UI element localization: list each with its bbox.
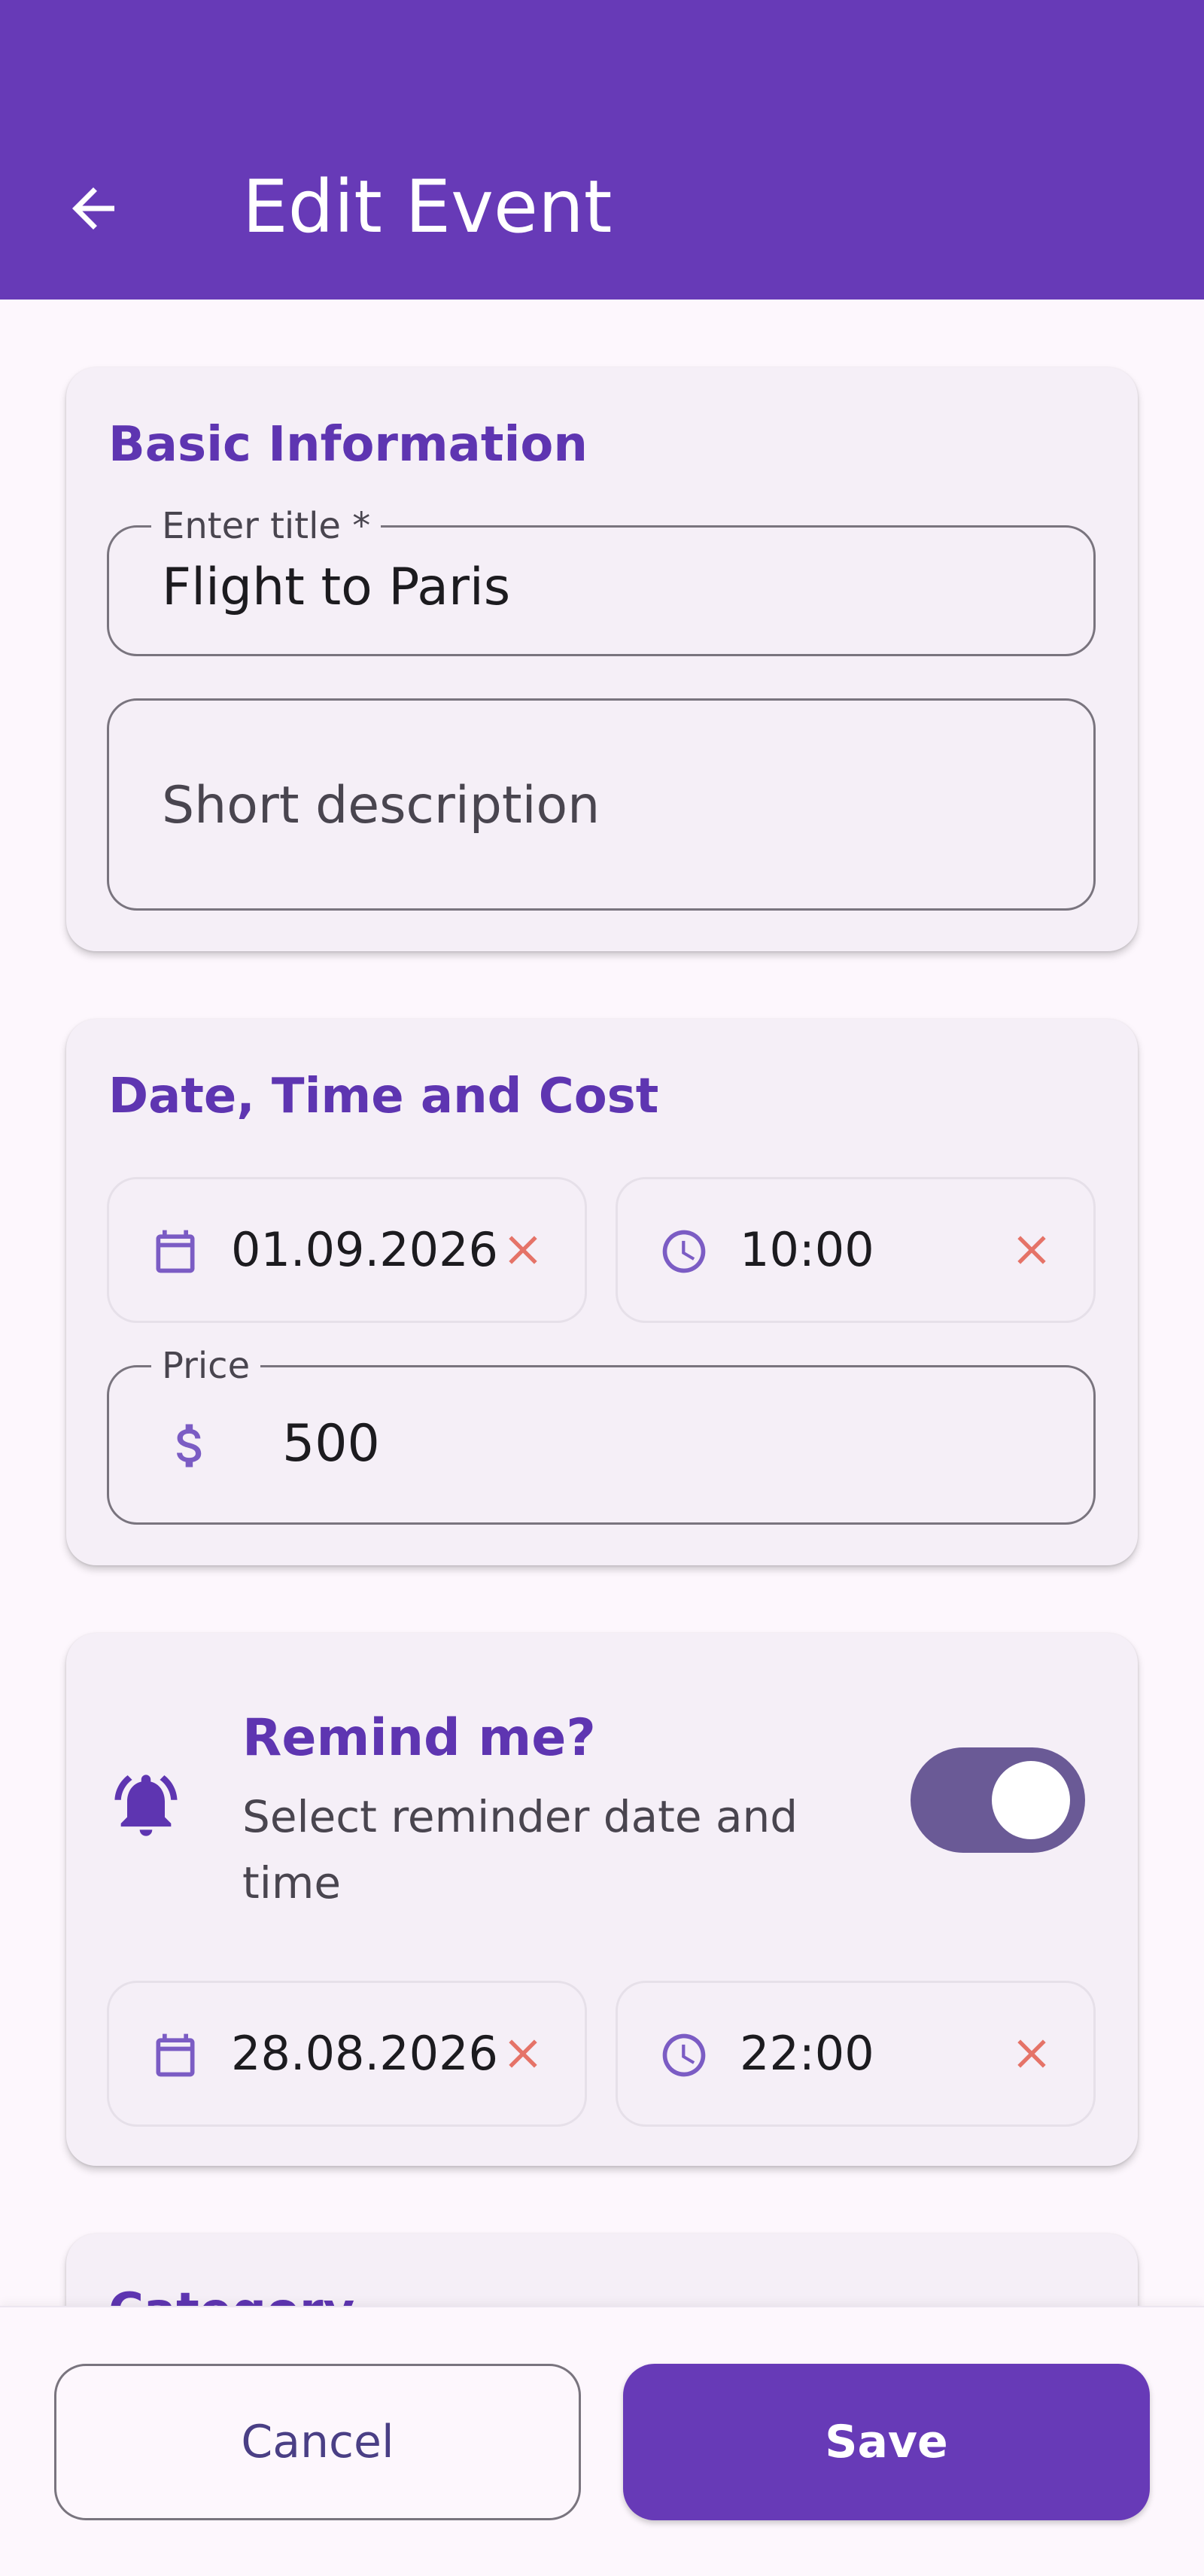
- price-field[interactable]: Price 500: [107, 1346, 1096, 1525]
- event-date-field[interactable]: 01.09.2026: [107, 1177, 587, 1323]
- edit-event-screen: Edit Event Basic Information Enter title…: [0, 0, 1204, 2576]
- dollar-icon: [177, 1424, 202, 1467]
- title-field-label: Enter title *: [151, 506, 382, 546]
- basic-information-heading: Basic Information: [108, 417, 588, 473]
- clock-icon: [662, 2033, 706, 2077]
- price-field-value: 500: [282, 1414, 380, 1474]
- arrow-back-icon: [72, 187, 114, 230]
- app-bar: Edit Event: [0, 0, 1204, 300]
- title-field[interactable]: Enter title * Flight to Paris: [107, 506, 1096, 656]
- date-time-cost-card: Date, Time and Cost 01.09.2026 10:00 Pri…: [66, 1019, 1138, 1565]
- clear-reminder-time-button[interactable]: [1008, 2030, 1056, 2078]
- reminder-card: Remind me? Select reminder date and time…: [66, 1633, 1138, 2166]
- reminder-toggle[interactable]: [911, 1747, 1085, 1853]
- event-time-field[interactable]: 10:00: [616, 1177, 1096, 1323]
- page-title: Edit Event: [242, 165, 613, 249]
- reminder-time-value: 22:00: [740, 2026, 874, 2081]
- reminder-date-value: 28.08.2026: [231, 2026, 498, 2081]
- bell-ringing-icon: [114, 1775, 178, 1836]
- title-field-value: Flight to Paris: [162, 558, 511, 617]
- calendar-icon: [156, 1230, 195, 1273]
- toggle-thumb: [992, 1761, 1070, 1839]
- description-field-placeholder: Short description: [162, 776, 600, 835]
- save-button[interactable]: Save: [623, 2364, 1150, 2520]
- reminder-time-field[interactable]: 22:00: [616, 1981, 1096, 2127]
- reminder-date-field[interactable]: 28.08.2026: [107, 1981, 587, 2127]
- reminder-subtitle: Select reminder date and time: [242, 1791, 798, 1908]
- date-time-cost-heading: Date, Time and Cost: [108, 1069, 659, 1124]
- cancel-button[interactable]: Cancel: [54, 2364, 581, 2520]
- reminder-heading: Remind me?: [242, 1708, 596, 1768]
- price-field-label: Price: [151, 1346, 261, 1385]
- calendar-icon: [156, 2033, 195, 2077]
- clear-date-button[interactable]: [499, 1226, 547, 1274]
- event-time-value: 10:00: [740, 1222, 874, 1277]
- clock-icon: [662, 1230, 706, 1273]
- basic-information-card: Basic Information Enter title * Flight t…: [66, 367, 1138, 951]
- clear-reminder-date-button[interactable]: [499, 2030, 547, 2078]
- bottom-action-bar: Cancel Save: [0, 2306, 1204, 2576]
- clear-time-button[interactable]: [1008, 1226, 1056, 1274]
- event-date-value: 01.09.2026: [231, 1222, 498, 1277]
- back-button[interactable]: [54, 169, 132, 248]
- description-field[interactable]: Short description: [107, 698, 1096, 911]
